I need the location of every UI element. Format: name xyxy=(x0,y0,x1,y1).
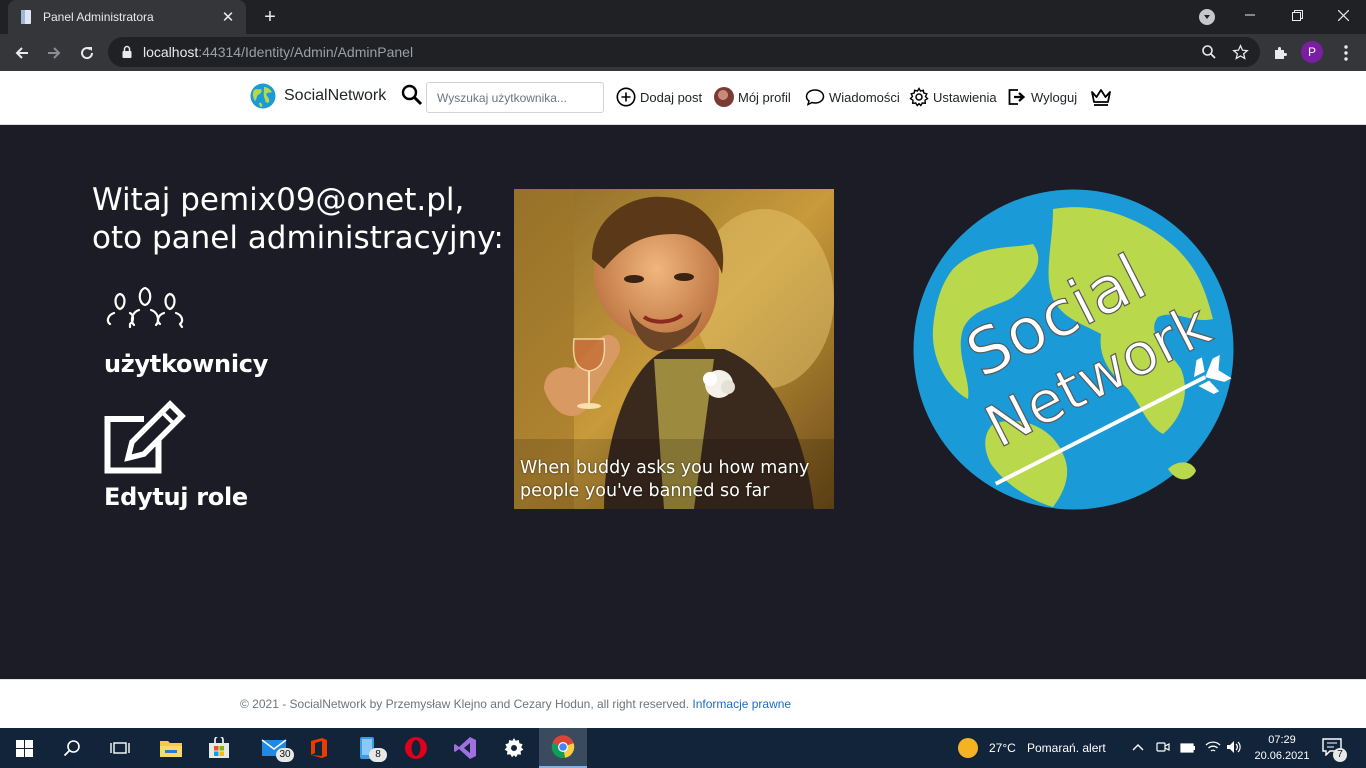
reload-button[interactable] xyxy=(74,40,100,66)
new-tab-button[interactable]: + xyxy=(258,5,282,29)
bookmark-star-icon[interactable] xyxy=(1231,43,1249,61)
wifi-icon[interactable] xyxy=(1205,740,1221,759)
social-network-logo: Social Network xyxy=(913,189,1234,510)
tab-search-icon[interactable] xyxy=(1199,9,1215,25)
users-admin-link[interactable]: użytkownicy xyxy=(104,285,268,378)
edit-roles-label: Edytuj role xyxy=(104,483,248,511)
brand-name: SocialNetwork xyxy=(284,87,387,104)
settings-link[interactable]: Ustawienia xyxy=(909,87,997,107)
crown-icon xyxy=(1091,89,1111,106)
meme-caption-line-1: When buddy asks you how many xyxy=(520,458,810,478)
plus-circle-icon xyxy=(616,87,636,107)
my-profile-link[interactable]: Mój profil xyxy=(714,87,791,107)
lock-icon xyxy=(120,45,134,59)
opera-icon[interactable] xyxy=(392,728,440,768)
windows-logo-icon xyxy=(15,739,33,757)
messages-link[interactable]: Wiadomości xyxy=(805,87,900,107)
globe-logo-icon xyxy=(250,83,276,109)
microsoft-store-icon[interactable] xyxy=(195,728,243,768)
chrome-icon[interactable] xyxy=(539,728,587,768)
user-avatar xyxy=(714,87,734,107)
profile-avatar[interactable]: P xyxy=(1301,41,1323,63)
mail-icon[interactable]: 30 xyxy=(250,728,298,768)
phone-link-icon[interactable]: 8 xyxy=(343,728,391,768)
logout-icon xyxy=(1008,89,1026,105)
admin-panel-main: Witaj pemix09@onet.pl, oto panel adminis… xyxy=(0,125,1366,679)
address-bar[interactable]: localhost:44314/Identity/Admin/AdminPane… xyxy=(108,37,1260,67)
greeting-line-2: oto panel administracyjny: xyxy=(92,220,504,256)
tab-title: Panel Administratora xyxy=(43,10,154,24)
meme-caption: When buddy asks you how many people you'… xyxy=(520,457,809,503)
start-button[interactable] xyxy=(0,728,48,768)
edit-roles-link[interactable]: Edytuj role xyxy=(104,400,248,511)
legal-info-link[interactable]: Informacje prawne xyxy=(692,697,791,711)
chat-bubble-icon xyxy=(805,89,825,106)
clock[interactable]: 07:29 20.06.2021 xyxy=(1254,732,1310,764)
meet-now-icon[interactable] xyxy=(1156,740,1170,759)
my-profile-label: Mój profil xyxy=(738,89,791,105)
visual-studio-icon[interactable] xyxy=(441,728,489,768)
office-icon[interactable] xyxy=(295,728,343,768)
add-post-label: Dodaj post xyxy=(640,89,703,105)
show-hidden-icons-chevron-icon[interactable] xyxy=(1132,741,1144,759)
url-host: localhost xyxy=(143,44,199,60)
document-icon xyxy=(18,9,34,25)
mail-badge: 30 xyxy=(276,748,294,762)
browser-tab-bar: Panel Administratora ✕ + xyxy=(0,0,1366,34)
footer-text: © 2021 - SocialNetwork by Przemysław Kle… xyxy=(240,697,791,711)
logout-link[interactable]: Wyloguj xyxy=(1007,87,1077,107)
notification-badge: 7 xyxy=(1333,748,1347,762)
meme-image: When buddy asks you how many people you'… xyxy=(514,189,834,509)
admin-crown-link[interactable] xyxy=(1090,87,1116,107)
zoom-icon[interactable] xyxy=(1200,43,1218,61)
close-tab-icon[interactable]: ✕ xyxy=(220,9,236,26)
greeting-line-1: Witaj pemix09@onet.pl, xyxy=(92,182,465,218)
copyright-text: © 2021 - SocialNetwork by Przemysław Kle… xyxy=(240,697,690,711)
browser-toolbar: localhost:44314/Identity/Admin/AdminPane… xyxy=(0,34,1366,71)
site-navbar: SocialNetwork Dodaj post Mój profil Wiad… xyxy=(0,71,1366,125)
settings-gear-icon[interactable] xyxy=(490,728,538,768)
forward-button[interactable] xyxy=(41,40,67,66)
browser-tab[interactable]: Panel Administratora ✕ xyxy=(8,0,246,34)
meme-caption-line-2: people you've banned so far xyxy=(520,481,770,501)
menu-kebab-icon[interactable] xyxy=(1333,40,1359,66)
file-explorer-icon[interactable] xyxy=(147,728,195,768)
search-icon[interactable] xyxy=(401,84,423,106)
minimize-button[interactable] xyxy=(1227,0,1273,30)
add-post-link[interactable]: Dodaj post xyxy=(616,87,702,107)
windows-taskbar: 30 8 27°C Pomarań. alert 07:29 20.06.202… xyxy=(0,728,1366,768)
settings-label: Ustawienia xyxy=(933,89,997,105)
clock-time: 07:29 xyxy=(1268,734,1296,746)
globe-logo-large: Social Network xyxy=(913,189,1234,510)
users-label: użytkownicy xyxy=(104,350,269,378)
gear-icon xyxy=(909,87,929,107)
logout-label: Wyloguj xyxy=(1031,89,1078,105)
brand-link[interactable]: SocialNetwork xyxy=(250,83,386,109)
volume-icon[interactable] xyxy=(1226,740,1242,759)
clock-date: 20.06.2021 xyxy=(1254,750,1310,762)
users-group-icon xyxy=(106,286,184,329)
task-view-icon[interactable] xyxy=(96,728,144,768)
user-search-input[interactable] xyxy=(426,82,604,113)
page-title: Witaj pemix09@onet.pl, oto panel adminis… xyxy=(92,181,504,257)
notification-center-icon[interactable]: 7 xyxy=(1322,738,1348,762)
close-window-button[interactable] xyxy=(1320,0,1366,30)
taskbar-search-icon[interactable] xyxy=(48,728,96,768)
edit-pencil-icon xyxy=(104,400,186,474)
weather-sun-icon[interactable] xyxy=(958,738,978,758)
weather-alert[interactable]: Pomarań. alert xyxy=(1027,741,1106,755)
restore-button[interactable] xyxy=(1274,0,1320,30)
url-path: :44314/Identity/Admin/AdminPanel xyxy=(198,44,414,60)
battery-icon[interactable] xyxy=(1180,741,1196,759)
back-button[interactable] xyxy=(9,40,35,66)
weather-temp[interactable]: 27°C xyxy=(989,741,1016,755)
messages-label: Wiadomości xyxy=(829,89,900,105)
phone-badge: 8 xyxy=(369,748,387,762)
extensions-icon[interactable] xyxy=(1267,40,1293,66)
site-footer: © 2021 - SocialNetwork by Przemysław Kle… xyxy=(0,679,1366,728)
